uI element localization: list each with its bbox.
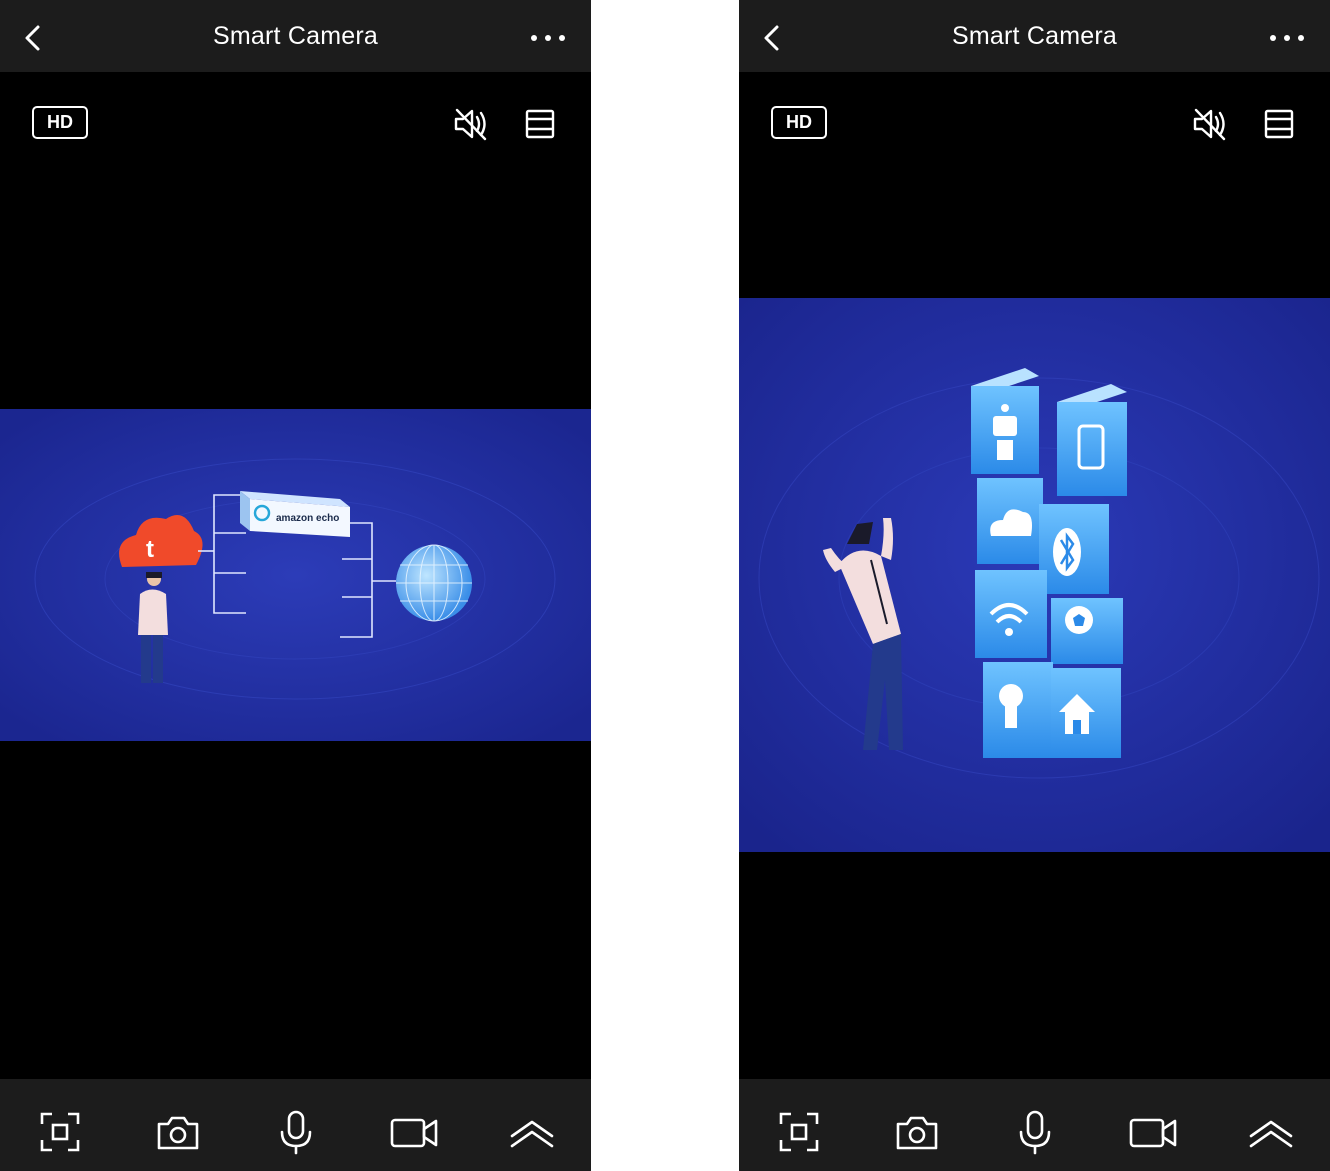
camera-icon — [896, 1116, 938, 1150]
expand-panel-button[interactable] — [508, 1108, 556, 1156]
talk-button[interactable] — [272, 1108, 320, 1156]
top-navigation-bar: Smart Camera — [739, 0, 1330, 72]
snapshot-button[interactable] — [154, 1108, 202, 1156]
wifi-cube — [975, 570, 1047, 658]
mute-button[interactable] — [452, 106, 490, 142]
microphone-icon — [280, 1110, 312, 1155]
lightbulb-cube — [983, 662, 1053, 758]
layout-toggle-button[interactable] — [522, 106, 558, 142]
expand-up-icon — [510, 1120, 554, 1148]
cloud-cube — [977, 478, 1043, 564]
hd-quality-button[interactable]: HD — [32, 106, 88, 139]
mute-button[interactable] — [1191, 106, 1229, 142]
snapshot-button[interactable] — [893, 1108, 941, 1156]
video-record-icon — [1129, 1118, 1177, 1148]
record-button[interactable] — [1129, 1108, 1177, 1156]
camera-screen-left: Smart Camera HD t amazon echo — [0, 0, 591, 1171]
top-navigation-bar: Smart Camera — [0, 0, 591, 72]
screenshot-button[interactable] — [36, 1108, 84, 1156]
more-horizontal-icon — [1270, 35, 1304, 41]
hd-quality-button[interactable]: HD — [771, 106, 827, 139]
globe-graphic — [396, 544, 472, 622]
screenshot-button[interactable] — [775, 1108, 823, 1156]
microphone-icon — [1019, 1110, 1051, 1155]
video-frame-cloud-scene: t amazon echo — [0, 409, 591, 741]
record-button[interactable] — [390, 1108, 438, 1156]
camera-screen-right: Smart Camera HD — [739, 0, 1330, 1171]
speaker-muted-icon — [454, 108, 487, 141]
more-options-button[interactable] — [526, 24, 570, 52]
video-record-icon — [390, 1118, 438, 1148]
expand-panel-button[interactable] — [1247, 1108, 1295, 1156]
page-title: Smart Camera — [213, 22, 378, 50]
more-horizontal-icon — [531, 35, 565, 41]
page-title: Smart Camera — [952, 22, 1117, 50]
home-cube — [1051, 668, 1121, 758]
screenshot-crop-icon — [40, 1112, 80, 1152]
expand-up-icon — [1249, 1120, 1293, 1148]
video-frame-smart-home-scene — [739, 298, 1330, 852]
video-feed[interactable]: t amazon echo — [0, 409, 591, 741]
camera-icon — [157, 1116, 199, 1150]
video-feed[interactable] — [739, 298, 1330, 852]
layout-toggle-icon — [525, 109, 555, 139]
talk-button[interactable] — [1011, 1108, 1059, 1156]
bluetooth-cube — [1039, 504, 1109, 594]
svg-text:t: t — [146, 536, 154, 563]
layout-toggle-button[interactable] — [1261, 106, 1297, 142]
soccer-ball-cube — [1051, 598, 1123, 664]
layout-toggle-icon — [1264, 109, 1294, 139]
svg-text:amazon echo: amazon echo — [276, 513, 339, 524]
more-options-button[interactable] — [1265, 24, 1309, 52]
screenshot-crop-icon — [779, 1112, 819, 1152]
speaker-muted-icon — [1193, 108, 1226, 141]
